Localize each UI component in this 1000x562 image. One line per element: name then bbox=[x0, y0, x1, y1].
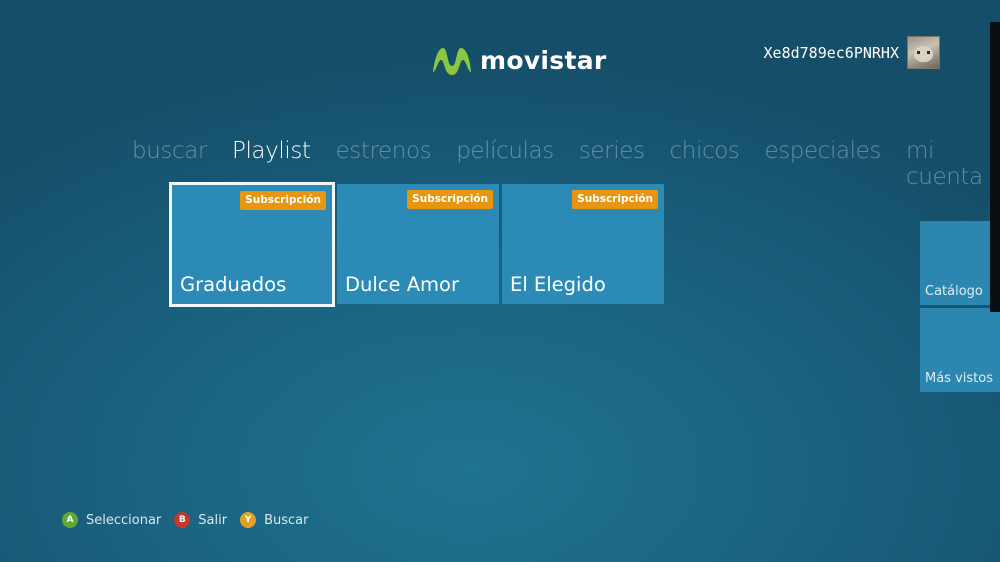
tile-title: Dulce Amor bbox=[345, 273, 459, 296]
hint-label: Salir bbox=[198, 512, 228, 528]
nav-item-series[interactable]: series bbox=[579, 138, 645, 164]
avatar[interactable] bbox=[907, 36, 940, 69]
tile-title: Graduados bbox=[180, 273, 287, 296]
playlist-tile-dulce-amor[interactable]: Subscripción Dulce Amor bbox=[337, 184, 499, 304]
nav-item-chicos[interactable]: chicos bbox=[670, 138, 740, 164]
a-button-icon: A bbox=[62, 512, 78, 528]
nav-item-estrenos[interactable]: estrenos bbox=[336, 138, 432, 164]
tile-title: El Elegido bbox=[510, 273, 606, 296]
hint-label: Seleccionar bbox=[86, 512, 162, 528]
nav-item-buscar[interactable]: buscar bbox=[132, 138, 207, 164]
movistar-logo: movistar bbox=[430, 40, 607, 80]
hint-search[interactable]: Y Buscar bbox=[240, 512, 308, 528]
side-tile-catalogo[interactable]: Catálogo bbox=[920, 221, 1000, 305]
right-edge-strip bbox=[990, 22, 1000, 312]
subscription-badge: Subscripción bbox=[240, 191, 326, 210]
hint-select[interactable]: A Seleccionar bbox=[62, 512, 161, 528]
movistar-m-icon bbox=[433, 48, 471, 75]
b-button-icon: B bbox=[174, 512, 191, 528]
user-profile[interactable]: Xe8d789ec6PNRHX bbox=[764, 36, 940, 69]
gamertag: Xe8d789ec6PNRHX bbox=[763, 43, 899, 62]
controller-hints: A Seleccionar B Salir Y Buscar bbox=[62, 512, 321, 528]
y-button-icon: Y bbox=[240, 512, 257, 528]
side-tile-label: Catálogo bbox=[925, 284, 983, 299]
playlist-tile-el-elegido[interactable]: Subscripción El Elegido bbox=[502, 184, 664, 304]
side-tile-mas-vistos[interactable]: Más vistos bbox=[920, 308, 1000, 392]
subscription-badge: Subscripción bbox=[572, 190, 658, 209]
brand-name: movistar bbox=[480, 45, 607, 75]
nav-item-peliculas[interactable]: películas bbox=[456, 138, 554, 164]
playlist-tile-graduados[interactable]: Subscripción Graduados bbox=[169, 182, 335, 307]
hint-label: Buscar bbox=[264, 512, 309, 528]
side-tile-label: Más vistos bbox=[925, 371, 993, 386]
subscription-badge: Subscripción bbox=[407, 190, 493, 209]
nav-item-especiales[interactable]: especiales bbox=[764, 138, 881, 164]
nav-item-playlist[interactable]: Playlist bbox=[232, 138, 311, 164]
nav-item-mi-cuenta[interactable]: mi cuenta bbox=[906, 138, 983, 190]
hint-exit[interactable]: B Salir bbox=[174, 512, 227, 528]
